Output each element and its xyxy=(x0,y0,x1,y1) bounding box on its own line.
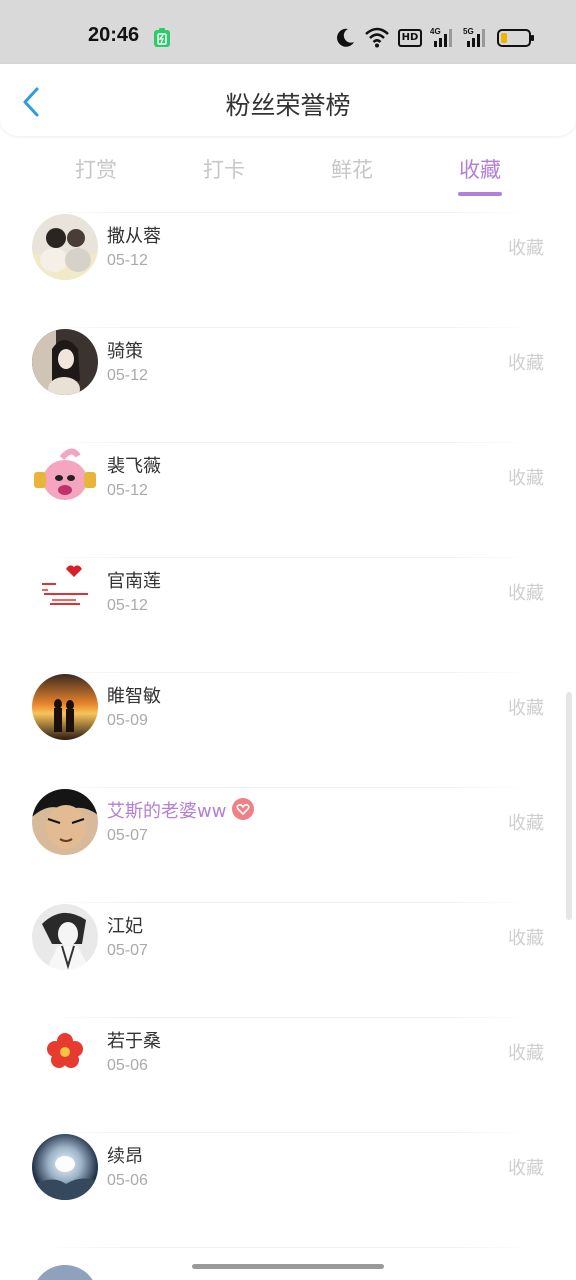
tab-reward[interactable]: 打赏 xyxy=(32,154,160,184)
moon-icon xyxy=(337,28,354,47)
avatar[interactable] xyxy=(32,559,98,625)
favorite-label: 收藏 xyxy=(508,238,544,259)
divider xyxy=(40,327,536,328)
fan-name: 骑策 xyxy=(107,341,143,362)
list-item[interactable]: 江妃 05-07 收藏 xyxy=(0,902,576,1017)
fan-date: 05-07 xyxy=(107,827,148,844)
list-item[interactable]: 睢智敏 05-09 收藏 xyxy=(0,672,576,787)
page-title: 粉丝荣誉榜 xyxy=(225,91,351,120)
divider xyxy=(40,1247,536,1248)
divider xyxy=(40,787,536,788)
fan-name: 续昂 xyxy=(107,1146,143,1167)
favorite-label: 收藏 xyxy=(508,928,544,949)
avatar[interactable] xyxy=(32,789,98,855)
tab-checkin[interactable]: 打卡 xyxy=(160,154,288,184)
divider xyxy=(40,1132,536,1133)
fan-list: 撒从蓉 05-12 收藏 骑策 05-12 收藏 裴飞薇 05-12 收藏 官南… xyxy=(0,212,576,1280)
status-time: 20:46 xyxy=(88,24,140,46)
avatar[interactable] xyxy=(32,214,98,280)
tab-flowers[interactable]: 鲜花 xyxy=(288,154,416,184)
avatar[interactable] xyxy=(32,329,98,395)
heart-badge-icon xyxy=(232,798,255,820)
fan-name: 江妃 xyxy=(107,916,143,937)
fan-date: 05-12 xyxy=(107,367,148,384)
favorite-label: 收藏 xyxy=(508,353,544,374)
scrollbar[interactable] xyxy=(566,692,572,920)
divider xyxy=(40,1017,536,1018)
tab-indicator xyxy=(458,192,502,196)
divider xyxy=(40,557,536,558)
avatar[interactable] xyxy=(32,674,98,740)
list-item[interactable]: 撒从蓉 05-12 收藏 xyxy=(0,212,576,327)
favorite-label: 收藏 xyxy=(508,698,544,719)
tab-bar: 打赏 打卡 鲜花 收藏 xyxy=(0,144,576,204)
fan-name: 若于桑 xyxy=(107,1031,161,1052)
avatar[interactable] xyxy=(32,1134,98,1200)
list-item[interactable]: 骑策 05-12 收藏 xyxy=(0,327,576,442)
list-item[interactable]: 裴飞薇 05-12 收藏 xyxy=(0,442,576,557)
fan-date: 05-06 xyxy=(107,1172,148,1189)
favorite-label: 收藏 xyxy=(508,468,544,489)
status-bar: 20:46 HD 4G 5G xyxy=(0,0,576,64)
fan-name: 裴飞薇 xyxy=(107,456,161,477)
list-item[interactable]: 若于桑 05-06 收藏 xyxy=(0,1017,576,1132)
battery-icon xyxy=(497,29,534,47)
fan-name: 艾斯的老婆ww xyxy=(107,797,255,823)
list-item[interactable]: 艾斯的老婆ww 05-07 收藏 xyxy=(0,787,576,902)
fan-name: 睢智敏 xyxy=(107,686,161,707)
screen: 20:46 HD 4G 5G 粉丝荣誉榜 打赏 打卡 鲜花 收藏 撒从蓉 05-… xyxy=(0,0,576,1280)
svg-text:5G: 5G xyxy=(463,27,474,36)
divider xyxy=(40,212,536,213)
avatar[interactable] xyxy=(32,1265,98,1280)
divider xyxy=(40,442,536,443)
wifi-icon xyxy=(365,27,389,48)
list-item[interactable]: 官南莲 05-12 收藏 xyxy=(0,557,576,672)
avatar[interactable] xyxy=(32,904,98,970)
fan-date: 05-12 xyxy=(107,597,148,614)
fan-name: 官南莲 xyxy=(107,571,161,592)
hd-icon: HD xyxy=(398,29,422,47)
fan-date: 05-06 xyxy=(107,1057,148,1074)
favorite-label: 收藏 xyxy=(508,1043,544,1064)
favorite-label: 收藏 xyxy=(508,1158,544,1179)
avatar[interactable] xyxy=(32,1019,98,1085)
divider xyxy=(40,902,536,903)
fan-date: 05-07 xyxy=(107,942,148,959)
fan-date: 05-09 xyxy=(107,712,148,729)
favorite-label: 收藏 xyxy=(508,583,544,604)
svg-text:4G: 4G xyxy=(430,27,441,36)
battery-saver-icon xyxy=(154,28,170,47)
nav-header: 粉丝荣誉榜 xyxy=(0,64,576,136)
fan-date: 05-12 xyxy=(107,252,148,269)
list-item[interactable]: 续昂 05-06 收藏 xyxy=(0,1132,576,1247)
tab-favorites[interactable]: 收藏 xyxy=(416,154,544,184)
favorite-label: 收藏 xyxy=(508,813,544,834)
fan-name: 撒从蓉 xyxy=(107,226,161,247)
signal-icon: 4G xyxy=(430,27,452,47)
fan-name-text: 艾斯的老婆ww xyxy=(107,801,227,822)
divider xyxy=(40,672,536,673)
home-indicator[interactable] xyxy=(192,1264,384,1269)
avatar[interactable] xyxy=(32,444,98,510)
signal-icon: 5G xyxy=(463,27,485,47)
fan-date: 05-12 xyxy=(107,482,148,499)
